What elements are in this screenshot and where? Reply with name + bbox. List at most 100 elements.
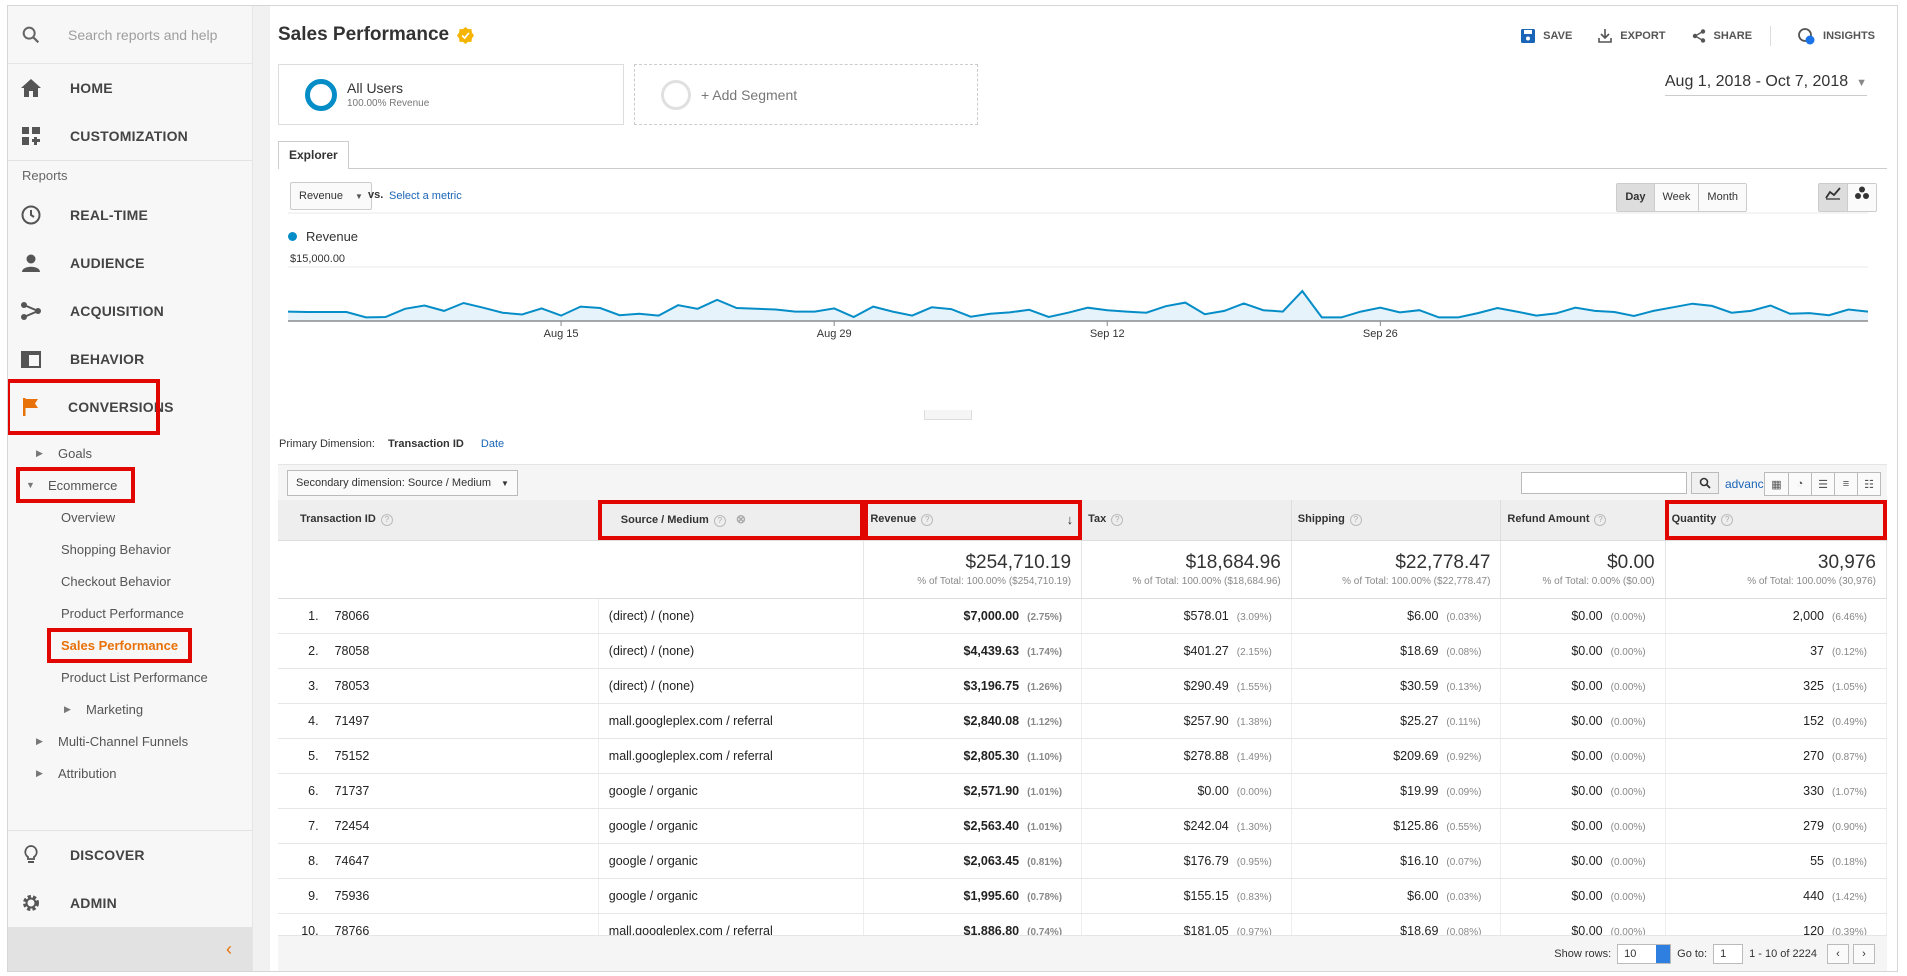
nav-ecom-shopping-label: Shopping Behavior	[61, 541, 171, 557]
acquisition-icon	[20, 300, 42, 322]
totals-row: $254,710.19 % of Total: 100.00% ($254,710…	[278, 540, 1888, 599]
nav-behavior[interactable]: BEHAVIOR	[8, 335, 252, 383]
nav-ecommerce[interactable]: ▼ Ecommerce	[8, 467, 252, 503]
refund-cell-value: $0.00	[1571, 678, 1603, 693]
help-icon[interactable]: ?	[713, 515, 726, 528]
transaction-id-link[interactable]: 71737	[324, 773, 599, 809]
search-bar[interactable]: Search reports and help	[8, 6, 252, 64]
revenue-cell-percent: (1.10%)	[1027, 751, 1063, 763]
metric-selector[interactable]: Revenue ▼	[290, 182, 372, 210]
revenue-cell-percent: (2.75%)	[1027, 611, 1063, 623]
transaction-id-link[interactable]: 78053	[324, 668, 599, 704]
comparison-view-icon[interactable]: ≡	[1834, 473, 1857, 495]
nav-ecom-overview[interactable]: Overview	[8, 501, 252, 533]
help-icon[interactable]: ?	[1721, 514, 1734, 527]
pivot-view-icon[interactable]: ☷	[1857, 473, 1880, 495]
select-metric-link[interactable]: Select a metric	[389, 190, 462, 202]
help-icon[interactable]: ?	[380, 514, 393, 527]
chart-legend: Revenue	[288, 229, 358, 244]
share-button[interactable]: SHARE	[1692, 29, 1752, 43]
nav-audience[interactable]: AUDIENCE	[8, 239, 252, 287]
nav-ecom-product-performance[interactable]: Product Performance	[8, 597, 252, 629]
table-row: 3. 78053 (direct) / (none) $3,196.75 (1.26%)…	[278, 668, 1888, 704]
nav-customization[interactable]: CUSTOMIZATION	[8, 112, 252, 160]
col-shipping[interactable]: Shipping?	[1291, 500, 1502, 541]
transaction-id-link[interactable]: 78066	[324, 598, 599, 634]
nav-acquisition[interactable]: ACQUISITION	[8, 287, 252, 335]
show-rows-select[interactable]: 10	[1617, 944, 1672, 964]
transaction-id-link[interactable]: 75936	[324, 878, 599, 914]
x-tick-label: Sep 26	[1363, 328, 1398, 340]
help-icon[interactable]: ?	[1349, 514, 1362, 527]
month-button[interactable]: Month	[1698, 184, 1746, 211]
table-view-toggles: ▦ ◔ ☰ ≡ ☷	[1764, 472, 1881, 496]
day-button[interactable]: Day	[1617, 184, 1654, 211]
bar-view-icon[interactable]: ☰	[1811, 473, 1834, 495]
export-button[interactable]: EXPORT	[1598, 29, 1666, 43]
segment-empty-ring-icon	[661, 79, 691, 110]
table-search-button[interactable]	[1691, 472, 1719, 494]
segment-all-users[interactable]: All Users 100.00% Revenue	[278, 64, 624, 125]
nav-ecom-shopping[interactable]: Shopping Behavior	[8, 533, 252, 565]
transaction-id-link[interactable]: 78058	[324, 633, 599, 669]
motion-chart-button[interactable]	[1847, 184, 1876, 211]
nav-discover[interactable]: DISCOVER	[8, 831, 252, 879]
col-tax[interactable]: Tax?	[1081, 500, 1292, 541]
next-page-button[interactable]: ›	[1853, 944, 1875, 964]
col-refund-amount[interactable]: Refund Amount?	[1500, 500, 1666, 541]
caret-down-icon: ▼	[1856, 77, 1867, 89]
table-search-input[interactable]	[1521, 472, 1687, 494]
pie-view-icon[interactable]: ◔	[1788, 473, 1811, 495]
tab-explorer[interactable]: Explorer	[278, 141, 349, 170]
total-tax: $18,684.96 % of Total: 100.00% ($18,684.9…	[1081, 540, 1292, 599]
nav-attribution[interactable]: ▶ Attribution	[8, 757, 252, 789]
shipping-cell-value: $30.59	[1400, 678, 1439, 693]
help-icon[interactable]: ?	[921, 514, 934, 527]
save-button[interactable]: SAVE	[1521, 29, 1572, 43]
header-divider	[1770, 26, 1772, 46]
transaction-id-link[interactable]: 74647	[324, 843, 599, 879]
nav-ecom-checkout[interactable]: Checkout Behavior	[8, 565, 252, 597]
col-quantity[interactable]: Quantity?	[1665, 500, 1888, 541]
nav-realtime[interactable]: REAL-TIME	[8, 191, 252, 239]
help-icon[interactable]: ?	[1111, 514, 1124, 527]
nav-marketing[interactable]: ▶ Marketing	[8, 693, 252, 725]
table-view-icon[interactable]: ▦	[1765, 473, 1788, 495]
search-icon	[22, 26, 40, 43]
line-chart-button[interactable]	[1819, 184, 1847, 211]
col-revenue[interactable]: Revenue? ↓	[863, 500, 1083, 541]
nav-multichannel[interactable]: ▶ Multi-Channel Funnels	[8, 725, 252, 757]
search-input[interactable]: Search reports and help	[68, 27, 217, 43]
remove-dimension-icon[interactable]: ⊗	[736, 512, 746, 526]
help-icon[interactable]: ?	[1594, 514, 1607, 527]
collapse-chart-handle[interactable]	[924, 410, 972, 420]
refund-cell-percent: (0.00%)	[1610, 716, 1646, 728]
col-transaction-id[interactable]: Transaction ID?	[278, 500, 599, 541]
total-revenue-sub: % of Total: 100.00% ($254,710.19)	[917, 575, 1072, 587]
prev-page-button[interactable]: ‹	[1827, 944, 1849, 964]
refund-cell-percent: (0.00%)	[1610, 821, 1646, 833]
total-tax-sub: % of Total: 100.00% ($18,684.96)	[1132, 575, 1281, 587]
date-range-picker[interactable]: Aug 1, 2018 - Oct 7, 2018 ▼	[1664, 73, 1867, 96]
dimension-transaction-id[interactable]: Transaction ID	[388, 438, 464, 450]
nav-goals[interactable]: ▶ Goals	[8, 437, 252, 469]
insights-button[interactable]: INSIGHTS	[1797, 27, 1875, 45]
col-source-medium[interactable]: Source / Medium? ⊗	[598, 500, 865, 541]
transaction-id-link[interactable]: 71497	[324, 703, 599, 739]
dimension-date-link[interactable]: Date	[481, 438, 504, 450]
nav-ecom-sales-performance[interactable]: Sales Performance	[8, 627, 252, 663]
nav-conversions[interactable]: CONVERSIONS	[8, 379, 173, 435]
transaction-id-link[interactable]: 75152	[324, 738, 599, 774]
collapse-sidebar-button[interactable]: ‹	[8, 927, 252, 971]
nav-ecom-product-list[interactable]: Product List Performance	[8, 661, 252, 693]
nav-home[interactable]: HOME	[8, 64, 252, 112]
add-segment-button[interactable]: + Add Segment	[634, 64, 978, 125]
nav-attribution-label: Attribution	[58, 765, 117, 781]
quantity-cell-value: 152	[1803, 713, 1824, 728]
tax-cell-value: $155.15	[1183, 888, 1229, 903]
secondary-dimension-dropdown[interactable]: Secondary dimension: Source / Medium ▼	[287, 470, 518, 496]
week-button[interactable]: Week	[1653, 184, 1699, 211]
transaction-id-link[interactable]: 72454	[324, 808, 599, 844]
goto-input[interactable]: 1	[1713, 944, 1744, 964]
nav-admin[interactable]: ADMIN	[8, 879, 252, 927]
